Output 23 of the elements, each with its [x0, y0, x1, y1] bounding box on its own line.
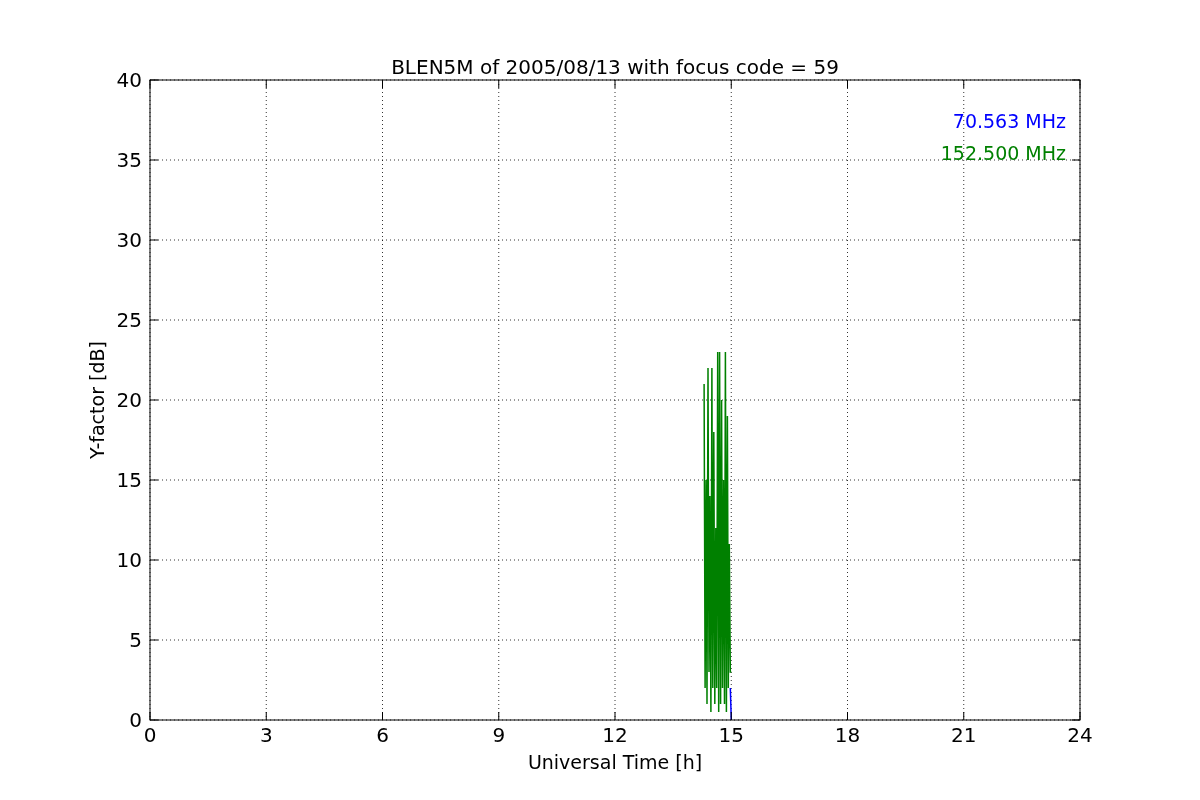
y-tick-label: 25 [116, 308, 142, 332]
x-axis-label: Universal Time [h] [527, 751, 703, 773]
y-tick-label: 30 [116, 228, 142, 252]
x-tick-label: 6 [376, 723, 389, 747]
x-tick-label: 24 [1067, 723, 1093, 747]
y-tick-label: 0 [129, 708, 142, 732]
x-tick-label: 15 [718, 723, 744, 747]
y-axis-label: Y-factor [dB] [86, 341, 108, 459]
y-tick-label: 10 [116, 548, 142, 572]
x-tick-label: 12 [602, 723, 628, 747]
y-tick-label: 35 [116, 148, 142, 172]
x-tick-label: 3 [259, 723, 273, 747]
y-tick-label: 5 [129, 628, 142, 652]
x-tick-label: 18 [834, 723, 861, 747]
x-tick-label: 0 [143, 723, 157, 747]
y-tick-label: 40 [116, 68, 142, 92]
legend-label: 70.563 MHz [952, 110, 1066, 132]
chart-title: BLEN5M of 2005/08/13 with focus code = 59 [391, 55, 839, 79]
x-tick-label: 9 [492, 723, 506, 747]
legend-label: 152.500 MHz [940, 142, 1066, 164]
x-tick-label: 21 [951, 723, 977, 747]
y-tick-label: 20 [116, 388, 142, 412]
y-tick-label: 15 [116, 468, 142, 492]
